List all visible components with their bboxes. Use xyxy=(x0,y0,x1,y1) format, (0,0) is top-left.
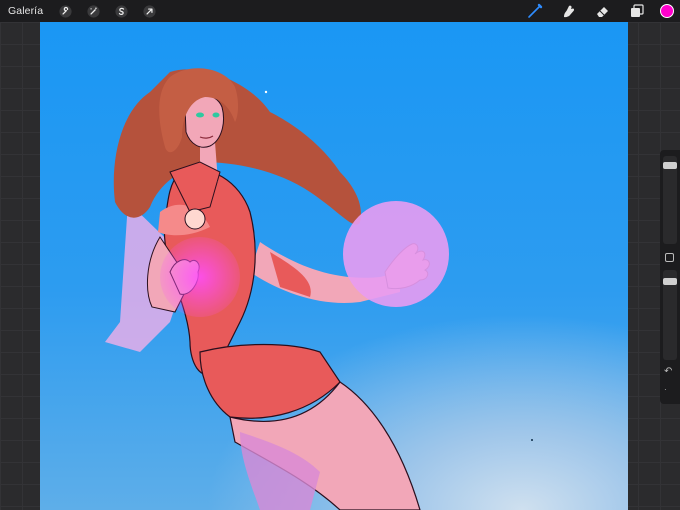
undo-icon[interactable]: ↶ xyxy=(664,366,672,377)
color-picker-button[interactable] xyxy=(660,4,674,18)
layers-icon[interactable] xyxy=(626,0,648,22)
eraser-icon[interactable] xyxy=(592,0,614,22)
brush-size-thumb[interactable] xyxy=(663,162,677,169)
artwork-illustration xyxy=(105,68,533,510)
right-sidebar: ↶ · xyxy=(660,150,680,404)
selection-s-icon[interactable] xyxy=(113,3,129,19)
top-toolbar: Galería xyxy=(0,0,680,22)
magic-wand-icon[interactable] xyxy=(85,3,101,19)
energy-orb-chest xyxy=(160,237,240,317)
energy-orb-hand xyxy=(343,201,449,307)
emblem xyxy=(184,208,206,230)
brush-icon[interactable] xyxy=(524,0,546,22)
drawing-canvas[interactable] xyxy=(40,22,628,510)
brush-size-slider[interactable] xyxy=(663,156,677,244)
transform-arrow-icon[interactable] xyxy=(141,3,157,19)
modify-button[interactable] xyxy=(665,253,674,262)
gallery-button[interactable]: Galería xyxy=(8,5,43,17)
wrench-icon[interactable] xyxy=(57,3,73,19)
smudge-icon[interactable] xyxy=(558,0,580,22)
opacity-thumb[interactable] xyxy=(663,278,677,285)
opacity-slider[interactable] xyxy=(663,270,677,360)
right-toolbar xyxy=(512,0,680,22)
redo-icon[interactable]: · xyxy=(664,385,667,394)
